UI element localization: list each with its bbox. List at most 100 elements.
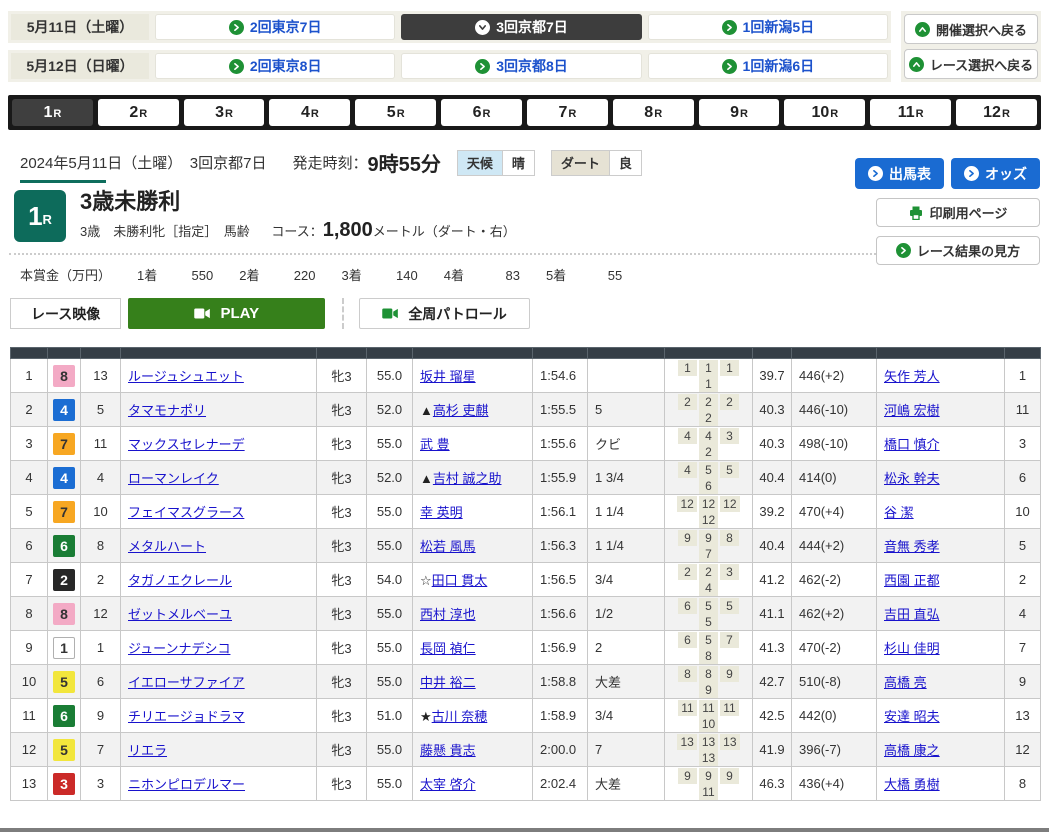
meeting-button-label: 2回東京7日 (250, 17, 322, 37)
trainer-name-link[interactable]: 大橋 勇樹 (884, 777, 940, 792)
patrol-video-button[interactable]: 全周パトロール (359, 298, 529, 329)
corner-position-box: 9 (720, 768, 739, 784)
trainer-name-link[interactable]: 杉山 佳明 (884, 641, 940, 656)
race-number-tab[interactable]: 4R (269, 99, 350, 126)
result-guide-button[interactable]: レース結果の見方 (876, 236, 1040, 265)
jockey-name-link[interactable]: 長岡 禎仁 (420, 641, 476, 656)
trainer-name-link[interactable]: 高橋 亮 (884, 675, 927, 690)
race-tab-number: 4 (301, 104, 310, 122)
race-number-tab[interactable]: 2R (98, 99, 179, 126)
trainer-cell: 西園 正都 (877, 563, 1005, 597)
race-number-tab[interactable]: 1R (12, 99, 93, 126)
trainer-name-link[interactable]: 矢作 芳人 (884, 369, 940, 384)
race-number-tab[interactable]: 11R (870, 99, 951, 126)
trainer-name-link[interactable]: 安達 昭夫 (884, 709, 940, 724)
corner-position-box: 4 (678, 462, 697, 478)
last-3f-cell: 41.3 (753, 631, 792, 665)
horse-name-link[interactable]: タマモナポリ (128, 403, 206, 418)
column-header (1005, 348, 1041, 359)
horse-number-cell: 1 (81, 631, 121, 665)
race-number-tab[interactable]: 7R (527, 99, 608, 126)
jockey-name-link[interactable]: 吉村 誠之助 (433, 471, 502, 486)
trainer-name-link[interactable]: 西園 正都 (884, 573, 940, 588)
race-number-tab[interactable]: 5R (355, 99, 436, 126)
corner-position-box: 5 (699, 462, 718, 478)
meeting-button[interactable]: 1回新潟5日 (648, 14, 888, 40)
corner-position-box: 5 (699, 614, 718, 630)
prize-label: 本賞金（万円） (20, 265, 111, 284)
trainer-name-link[interactable]: 松永 幹夫 (884, 471, 940, 486)
frame-number-cell: 7 (48, 427, 81, 461)
meeting-button[interactable]: 1回新潟6日 (648, 53, 888, 79)
frame-number-cell: 8 (48, 597, 81, 631)
horse-name-link[interactable]: ローマンレイク (128, 471, 219, 486)
meeting-button[interactable]: 3回京都8日 (401, 53, 641, 79)
race-tab-number: 12 (983, 104, 1001, 122)
prize-amount: 55 (566, 268, 622, 283)
horse-name-link[interactable]: ニホンピロデルマー (128, 777, 245, 792)
prize-amount: 220 (259, 268, 315, 283)
horse-name-link[interactable]: フェイマスグラース (128, 505, 244, 520)
frame-number-badge: 4 (53, 399, 75, 421)
corner-position-box: 2 (699, 444, 718, 460)
jockey-cell: 中井 裕二 (413, 665, 533, 699)
jockey-name-link[interactable]: 太宰 啓介 (420, 777, 476, 792)
race-number-tab[interactable]: 12R (956, 99, 1037, 126)
last-3f-cell: 40.4 (753, 461, 792, 495)
frame-number-cell: 4 (48, 461, 81, 495)
jockey-name-link[interactable]: 武 豊 (420, 437, 450, 452)
race-number-tab[interactable]: 9R (699, 99, 780, 126)
jockey-name-link[interactable]: 幸 英明 (420, 505, 463, 520)
race-number-tab[interactable]: 10R (784, 99, 865, 126)
horse-name-link[interactable]: イエローサファイア (128, 675, 245, 690)
meeting-button[interactable]: 2回東京8日 (155, 53, 395, 79)
jockey-name-link[interactable]: 中井 裕二 (420, 675, 476, 690)
trainer-name-link[interactable]: 河嶋 宏樹 (884, 403, 940, 418)
back-button[interactable]: 開催選択へ戻る (904, 14, 1038, 44)
trainer-name-link[interactable]: 橋口 慎介 (884, 437, 940, 452)
sex-age-cell: 牝3 (317, 495, 367, 529)
play-button[interactable]: PLAY (128, 298, 325, 329)
race-number-tab[interactable]: 3R (184, 99, 265, 126)
jockey-name-link[interactable]: 田口 貫太 (432, 573, 488, 588)
carried-weight-cell: 52.0 (367, 393, 413, 427)
meeting-button[interactable]: 3回京都7日 (401, 14, 641, 40)
print-page-button[interactable]: 印刷用ページ (876, 198, 1040, 227)
horse-number-cell: 10 (81, 495, 121, 529)
odds-button[interactable]: オッズ (951, 158, 1040, 189)
popularity-cell: 10 (1005, 495, 1041, 529)
horse-name-link[interactable]: マックスセレナーデ (128, 437, 245, 452)
jockey-name-link[interactable]: 坂井 瑠星 (420, 369, 476, 384)
trainer-cell: 大橋 勇樹 (877, 767, 1005, 801)
horse-number-cell: 13 (81, 359, 121, 393)
jockey-name-link[interactable]: 藤懸 貴志 (420, 743, 476, 758)
horse-name-link[interactable]: チリエージョドラマ (128, 709, 245, 724)
horse-name-link[interactable]: ルージュシュエット (128, 369, 244, 384)
corner-position-box: 2 (699, 564, 718, 580)
margin-cell: 1 3/4 (588, 461, 665, 495)
trainer-name-link[interactable]: 吉田 直弘 (884, 607, 940, 622)
track-condition-badge: ダート 良 (551, 150, 642, 176)
column-header (533, 348, 588, 359)
horse-name-link[interactable]: リエラ (128, 743, 167, 758)
horse-name-link[interactable]: タガノエクレール (128, 573, 232, 588)
entries-button[interactable]: 出馬表 (855, 158, 944, 189)
frame-number-cell: 7 (48, 495, 81, 529)
trainer-name-link[interactable]: 高橋 康之 (884, 743, 940, 758)
horse-name-link[interactable]: ジューンナデシコ (128, 641, 230, 656)
trainer-name-link[interactable]: 谷 潔 (884, 505, 914, 520)
race-number-tab[interactable]: 6R (441, 99, 522, 126)
jockey-name-link[interactable]: 古川 奈穂 (432, 709, 488, 724)
last-3f-cell: 40.4 (753, 529, 792, 563)
table-row: 7 2 2 タガノエクレール 牝3 54.0 ☆田口 貫太 1:56.5 3/4… (11, 563, 1041, 597)
horse-name-link[interactable]: メタルハート (128, 539, 206, 554)
corner-position-box: 11 (699, 700, 718, 716)
jockey-name-link[interactable]: 高杉 吏麒 (433, 403, 489, 418)
jockey-name-link[interactable]: 松若 風馬 (420, 539, 476, 554)
meeting-button[interactable]: 2回東京7日 (155, 14, 395, 40)
back-button[interactable]: レース選択へ戻る (904, 49, 1038, 79)
trainer-name-link[interactable]: 音無 秀孝 (884, 539, 940, 554)
horse-name-link[interactable]: ゼットメルベーユ (128, 607, 232, 622)
jockey-name-link[interactable]: 西村 淳也 (420, 607, 476, 622)
race-number-tab[interactable]: 8R (613, 99, 694, 126)
